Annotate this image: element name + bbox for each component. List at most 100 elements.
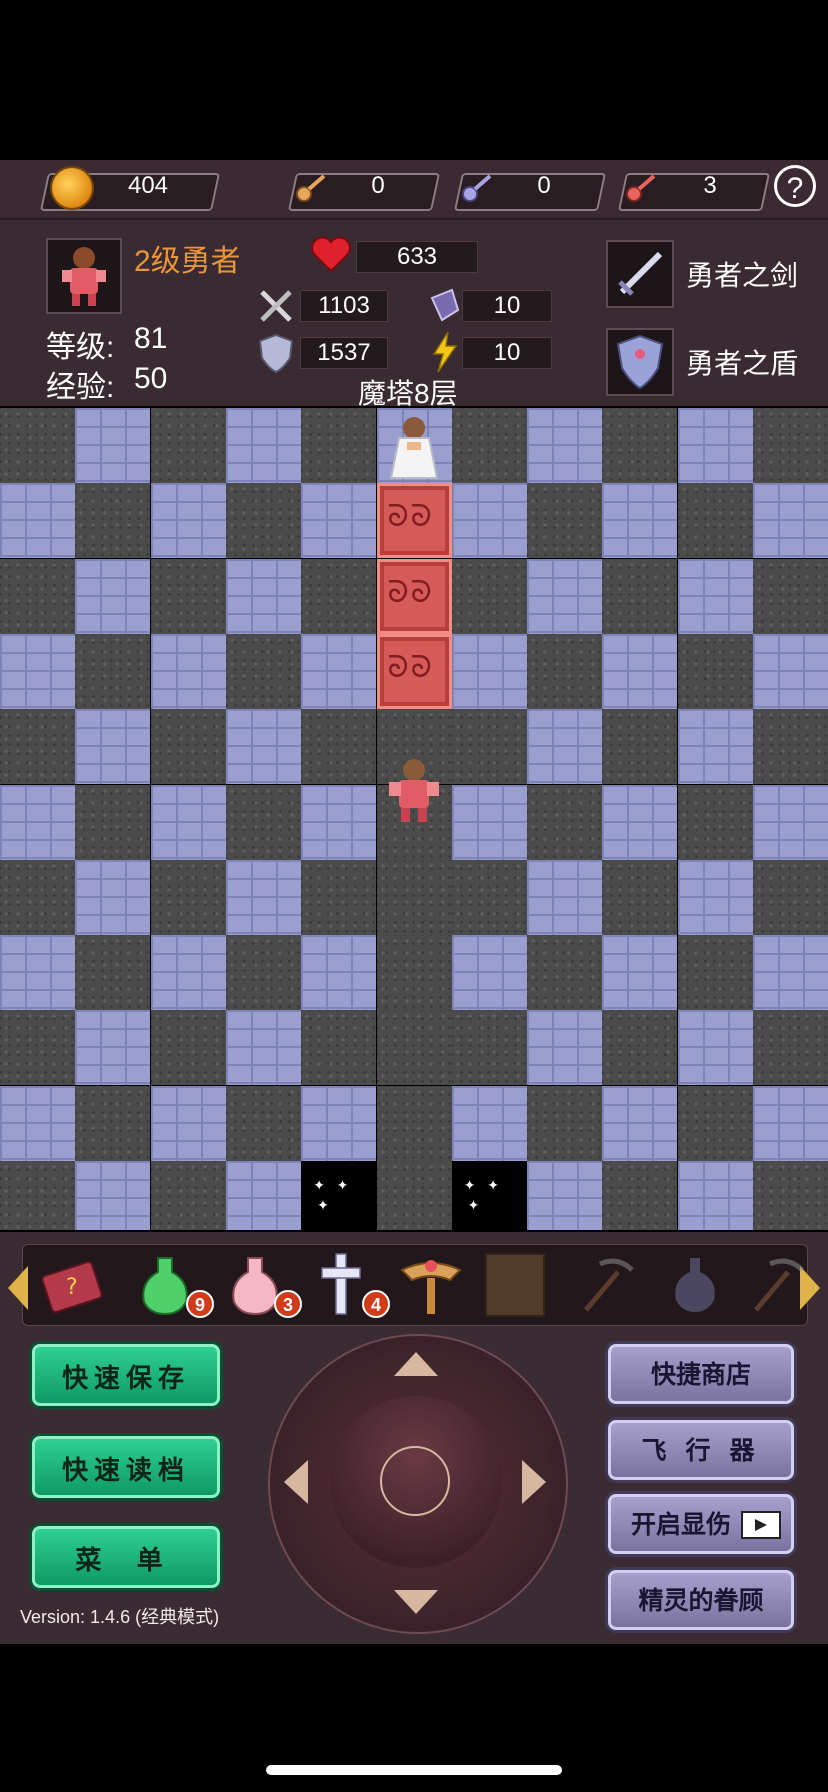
shield-slot[interactable] xyxy=(606,328,674,396)
game-map[interactable] xyxy=(0,408,828,1230)
floor-tile-light xyxy=(677,558,753,634)
show-damage-label: 开启显伤 xyxy=(631,1511,732,1539)
floor-tile-light xyxy=(753,633,828,709)
floor-tile-dark xyxy=(602,558,678,634)
floor-tile-dark xyxy=(602,1010,678,1086)
floor-tile-dark xyxy=(150,1161,226,1230)
floor-tile-dark xyxy=(0,709,75,785)
exp-value: 50 xyxy=(134,362,168,395)
floor-tile-light xyxy=(301,784,377,860)
floor-tile-light xyxy=(150,483,226,559)
floor-tile-dark xyxy=(150,709,226,785)
stairs-tile[interactable] xyxy=(301,1161,377,1230)
yellow-key-icon xyxy=(296,174,326,202)
quick-shop-button[interactable]: 快捷商店 xyxy=(608,1344,794,1404)
floor-tile-dark xyxy=(602,408,678,483)
floor-tile-dark xyxy=(602,709,678,785)
corridor-tile xyxy=(376,859,452,935)
floor-tile-dark xyxy=(225,1085,301,1161)
red-door[interactable] xyxy=(376,558,452,634)
floor-tile-dark xyxy=(150,1010,226,1086)
quick-load-button[interactable]: 快速读档 xyxy=(32,1436,220,1498)
hero-title: 2级勇者 xyxy=(134,245,241,278)
floor-tile-light xyxy=(753,784,828,860)
show-damage-button[interactable]: 开启显伤 xyxy=(608,1494,794,1554)
blue-key-icon xyxy=(462,174,492,202)
hero-avatar-icon xyxy=(62,247,106,306)
resource-bar: 404 0 0 3 xyxy=(0,160,828,220)
dpad-up-arrow[interactable] xyxy=(394,1352,438,1376)
scepter-icon[interactable] xyxy=(396,1250,466,1320)
floor-tile-light xyxy=(150,1085,226,1161)
floor-tile-dark xyxy=(602,859,678,935)
dpad-left-arrow[interactable] xyxy=(284,1460,308,1504)
sword-icon xyxy=(618,251,663,296)
attack-sword-icon xyxy=(260,290,292,322)
corridor-tile xyxy=(376,1010,452,1086)
svg-text:?: ? xyxy=(66,1275,78,1300)
corridor-tile xyxy=(376,1161,452,1230)
floor-tile-light xyxy=(0,1085,75,1161)
pickaxe-2-icon xyxy=(754,1258,804,1312)
level-value: 81 xyxy=(134,322,168,355)
floor-tile-dark xyxy=(301,558,377,634)
dpad-center-button[interactable] xyxy=(380,1446,450,1516)
floor-tile-light xyxy=(75,859,151,935)
floor-tile-dark xyxy=(75,935,151,1011)
stairs-tile[interactable] xyxy=(451,1161,527,1230)
video-ad-icon xyxy=(741,1511,781,1539)
floor-tile-dark xyxy=(301,1010,377,1086)
floor-tile-light xyxy=(527,408,603,483)
fly-button[interactable]: 飞 行 器 xyxy=(608,1420,794,1480)
floor-tile-dark xyxy=(602,1161,678,1230)
menu-button[interactable]: 菜 单 xyxy=(32,1526,220,1588)
defense-shield-icon xyxy=(258,333,294,374)
hero-sprite-icon[interactable] xyxy=(377,754,452,834)
floor-tile-dark xyxy=(677,935,753,1011)
floor-tile-light xyxy=(75,1010,151,1086)
red-key-count: 3 xyxy=(703,172,717,199)
pink-potion-count-badge: 3 xyxy=(274,1290,302,1318)
floor-tile-light xyxy=(677,709,753,785)
red-key-icon xyxy=(626,174,656,202)
quick-save-button[interactable]: 快速保存 xyxy=(32,1344,220,1406)
floor-tile-light xyxy=(677,408,753,483)
floor-tile-dark xyxy=(753,709,828,785)
floor-tile-light xyxy=(0,784,75,860)
floor-tile-dark xyxy=(225,935,301,1011)
floor-tile-light xyxy=(451,483,527,559)
dpad-right-arrow[interactable] xyxy=(522,1460,546,1504)
dpad-down-arrow[interactable] xyxy=(394,1590,438,1614)
floor-tile-light xyxy=(0,935,75,1011)
item-scroll-left-arrow[interactable] xyxy=(8,1266,28,1310)
floor-tile-light xyxy=(753,1085,828,1161)
monster-book-icon[interactable]: ? xyxy=(40,1250,110,1320)
floor-tile-dark xyxy=(753,1010,828,1086)
red-door[interactable] xyxy=(376,633,452,709)
floor-tile-dark xyxy=(0,558,75,634)
floor-tile-dark xyxy=(451,859,527,935)
floor-tile-dark xyxy=(0,1161,75,1230)
floor-tile-light xyxy=(301,935,377,1011)
fairy-blessing-button[interactable]: 精灵的眷顾 xyxy=(608,1570,794,1630)
floor-tile-light xyxy=(753,483,828,559)
fairy-npc-icon[interactable] xyxy=(377,408,452,488)
floor-tile-dark xyxy=(451,558,527,634)
weapon-slot[interactable] xyxy=(606,240,674,308)
version-text: Version: 1.4.6 (经典模式) xyxy=(20,1607,220,1627)
red-door[interactable] xyxy=(376,483,452,559)
help-button[interactable]: ? xyxy=(774,165,816,207)
green-potion-count-badge: 9 xyxy=(186,1290,214,1318)
floor-tile-light xyxy=(451,935,527,1011)
floor-tile-dark xyxy=(0,408,75,483)
floor-tile-light xyxy=(677,859,753,935)
floor-tile-light xyxy=(225,709,301,785)
floor-tile-light xyxy=(0,483,75,559)
floor-tile-dark xyxy=(0,859,75,935)
floor-tile-dark xyxy=(527,935,603,1011)
floor-tile-dark xyxy=(301,709,377,785)
pickaxe-icon xyxy=(584,1258,634,1312)
corridor-tile xyxy=(376,1085,452,1161)
floor-tile-dark xyxy=(677,483,753,559)
floor-tile-light xyxy=(677,1161,753,1230)
